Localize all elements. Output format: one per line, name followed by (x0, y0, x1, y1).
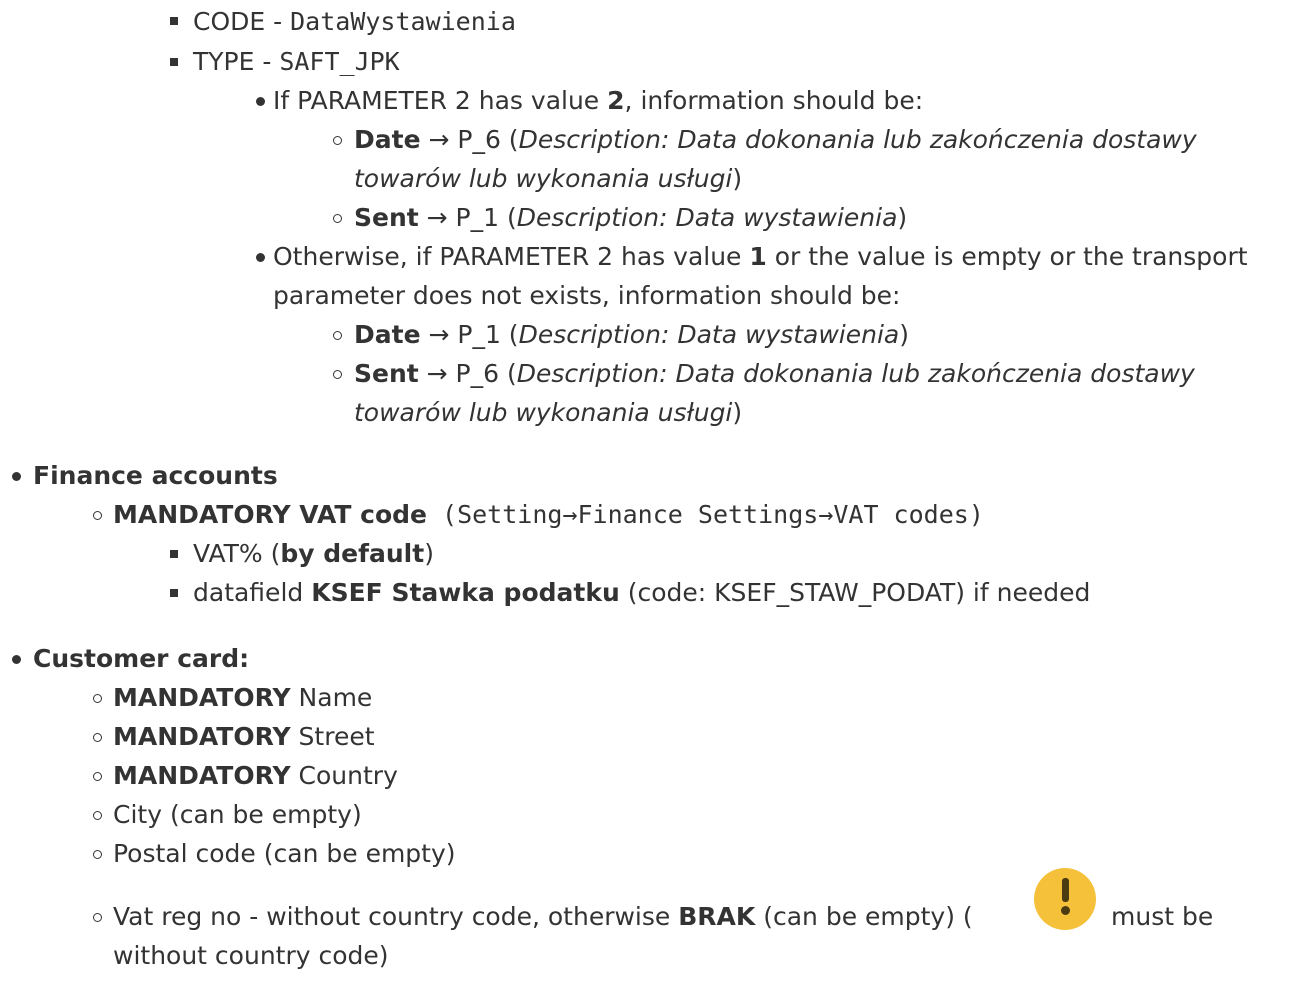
square-bullet (170, 17, 178, 25)
param2-sent: Sent → P_1 (Description: Data wystawieni… (354, 203, 908, 232)
circle-bullet (93, 733, 102, 742)
customer-name-item: MANDATORY Name (113, 683, 373, 712)
customer-vat-item: Vat reg no - without country code, other… (113, 902, 973, 931)
square-bullet (170, 589, 178, 597)
circle-bullet (93, 811, 102, 820)
circle-bullet (93, 850, 102, 859)
vat-percent-item: VAT% (by default) (193, 539, 434, 568)
customer-city-item: City (can be empty) (113, 800, 362, 829)
otherwise-condition-cont: parameter does not exists, information s… (273, 281, 901, 310)
finance-accounts-heading: Finance accounts (33, 461, 278, 490)
param1-sent-cont: towarów lub wykonania usługi) (354, 398, 743, 427)
circle-bullet (333, 331, 342, 340)
circle-bullet (93, 913, 102, 922)
type-item: TYPE - SAFT_JPK (193, 47, 400, 76)
param2-date-cont: towarów lub wykonania usługi) (354, 164, 743, 193)
vat-code-item: MANDATORY VAT code (Setting→Finance Sett… (113, 500, 984, 529)
datafield-item: datafield KSEF Stawka podatku (code: KSE… (193, 578, 1091, 607)
disc-bullet (12, 655, 21, 664)
circle-bullet (93, 772, 102, 781)
square-bullet (170, 58, 178, 66)
param1-sent: Sent → P_6 (Description: Data dokonania … (354, 359, 1195, 388)
customer-postal-item: Postal code (can be empty) (113, 839, 456, 868)
customer-card-heading: Customer card: (33, 644, 250, 673)
disc-bullet (12, 472, 21, 481)
circle-bullet (333, 136, 342, 145)
param1-date: Date → P_1 (Description: Data wystawieni… (354, 320, 909, 349)
circle-bullet (93, 511, 102, 520)
circle-bullet (333, 370, 342, 379)
customer-vat-note-cont: without country code) (113, 941, 389, 970)
customer-street-item: MANDATORY Street (113, 722, 375, 751)
square-bullet (170, 550, 178, 558)
disc-bullet (256, 253, 265, 262)
customer-vat-note: must be (1111, 902, 1214, 931)
circle-bullet (333, 214, 342, 223)
param2-date: Date → P_6 (Description: Data dokonania … (354, 125, 1197, 154)
circle-bullet (93, 694, 102, 703)
disc-bullet (256, 97, 265, 106)
customer-country-item: MANDATORY Country (113, 761, 398, 790)
code-item: CODE - DataWystawienia (193, 7, 516, 36)
otherwise-condition: Otherwise, if PARAMETER 2 has value 1 or… (273, 242, 1248, 271)
exclamation-icon (1034, 868, 1096, 930)
param2-condition: If PARAMETER 2 has value 2, information … (273, 86, 924, 115)
